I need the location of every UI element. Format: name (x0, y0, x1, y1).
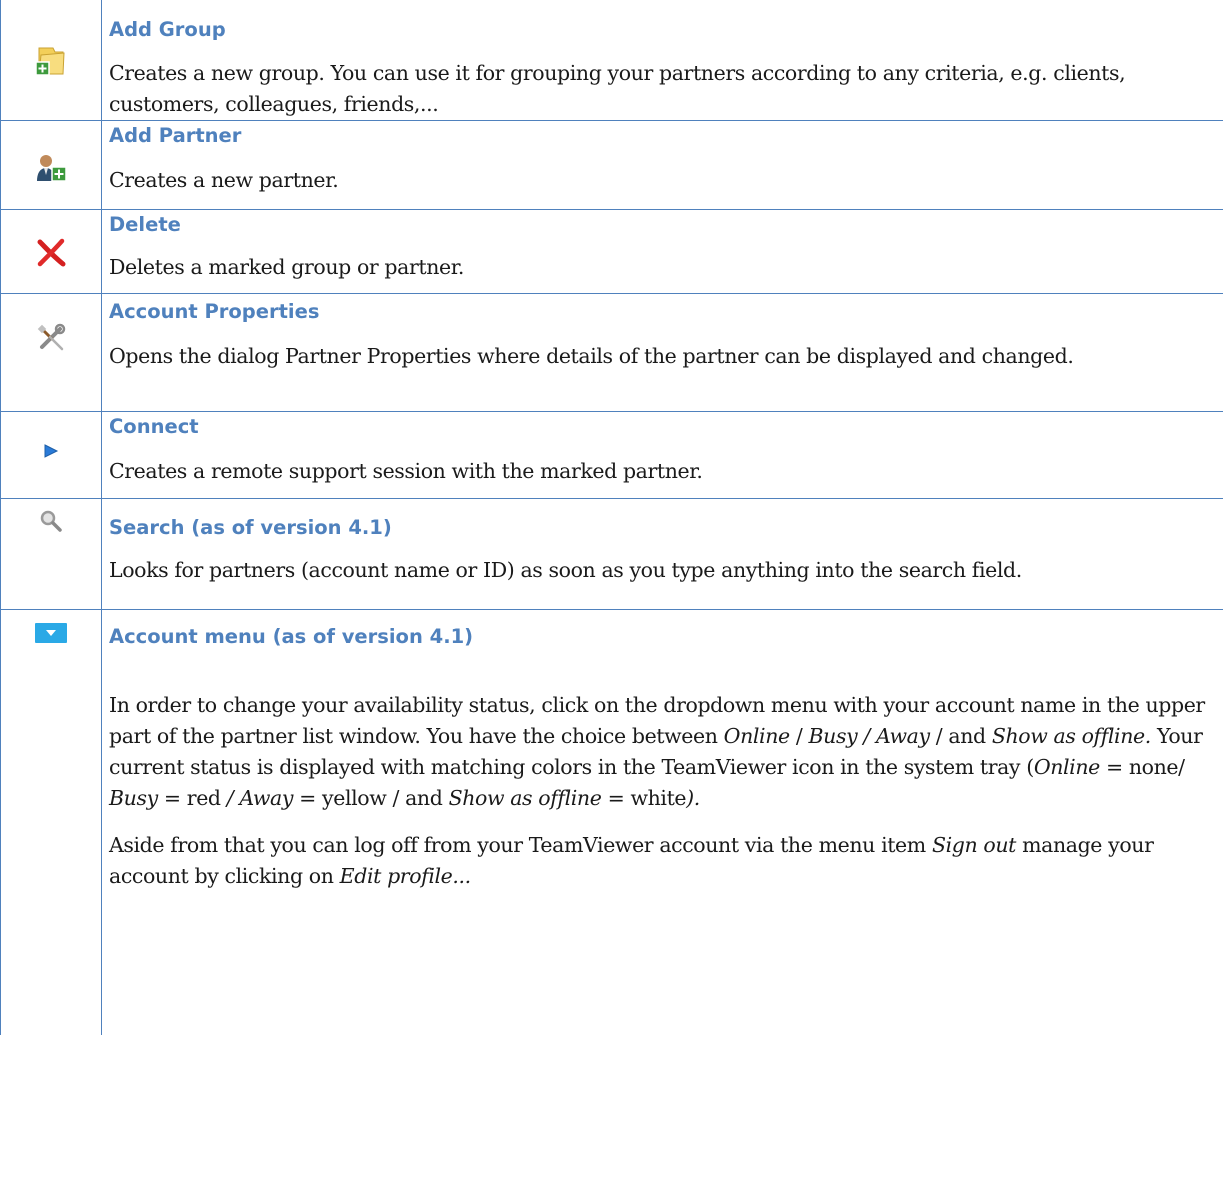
table-row: Account menu (as of version 4.1) In orde… (0, 609, 1223, 1035)
tools-icon (37, 323, 66, 351)
entry-description: Deletes a marked group or partner. (109, 255, 464, 279)
icon-cell (0, 293, 102, 412)
italic-term: Show as offline. (991, 724, 1151, 748)
text-cell: Account menu (as of version 4.1) In orde… (101, 609, 1223, 1035)
text-run: = yellow / and (293, 786, 449, 810)
italic-term: / Away (226, 786, 294, 810)
delete-x-icon (37, 238, 66, 267)
entry-description: Creates a new partner. (109, 168, 339, 192)
text-run: = white (601, 786, 687, 810)
text-cell: Account Properties Opens the dialog Part… (101, 293, 1223, 412)
icon-cell (0, 609, 102, 1035)
italic-term: Online (1033, 755, 1100, 779)
features-table: Add Group Creates a new group. You can u… (0, 0, 1223, 1035)
table-row: Delete Deletes a marked group or partner… (0, 209, 1223, 294)
text-run: = red (157, 786, 227, 810)
text-run: = none/ (1099, 755, 1185, 779)
italic-term: Edit profile... (339, 864, 471, 888)
entry-title: Connect (109, 415, 199, 438)
user-add-icon (37, 155, 67, 182)
entry-title: Search (as of version 4.1) (109, 516, 392, 539)
entry-title: Add Group (109, 18, 226, 41)
italic-term: Busy / Away (808, 724, 930, 748)
entry-title: Account menu (as of version 4.1) (109, 625, 474, 648)
icon-cell (0, 498, 102, 610)
text-cell: Add Partner Creates a new partner. (101, 120, 1223, 210)
entry-description: Creates a new group. You can use it for … (109, 61, 1126, 116)
text-cell: Add Group Creates a new group. You can u… (101, 0, 1223, 121)
entry-title: Delete (109, 213, 181, 236)
text-run: / and (929, 724, 992, 748)
entry-title: Add Partner (109, 124, 242, 147)
text-cell: Delete Deletes a marked group or partner… (101, 209, 1223, 294)
italic-term: Online (723, 724, 790, 748)
italic-term: ). (686, 786, 700, 810)
table-row: Add Group Creates a new group. You can u… (0, 0, 1223, 121)
play-arrow-icon (44, 444, 59, 458)
text-cell: Connect Creates a remote support session… (101, 411, 1223, 499)
magnifier-icon (40, 510, 62, 532)
icon-cell (0, 411, 102, 499)
folder-add-icon (35, 47, 65, 76)
italic-term: Busy (109, 786, 158, 810)
entry-description: Looks for partners (account name or ID) … (109, 558, 1022, 582)
text-cell: Search (as of version 4.1) Looks for par… (101, 498, 1223, 610)
table-row: Connect Creates a remote support session… (0, 411, 1223, 499)
entry-description: Opens the dialog Partner Properties wher… (109, 344, 1074, 368)
italic-term: Sign out (931, 833, 1016, 857)
table-row: Search (as of version 4.1) Looks for par… (0, 498, 1223, 610)
text-run: Aside from that you can log off from you… (109, 833, 932, 857)
text-run: / (789, 724, 809, 748)
table-row: Account Properties Opens the dialog Part… (0, 293, 1223, 412)
entry-description: Creates a remote support session with th… (109, 459, 703, 483)
icon-cell (0, 209, 102, 294)
icon-cell (0, 0, 102, 121)
entry-description: Aside from that you can log off from you… (109, 830, 1223, 892)
dropdown-arrow-icon (35, 623, 67, 643)
icon-cell (0, 120, 102, 210)
entry-title: Account Properties (109, 300, 320, 323)
entry-description: In order to change your availability sta… (109, 690, 1223, 814)
italic-term: Show as offline (448, 786, 602, 810)
table-row: Add Partner Creates a new partner. (0, 120, 1223, 210)
